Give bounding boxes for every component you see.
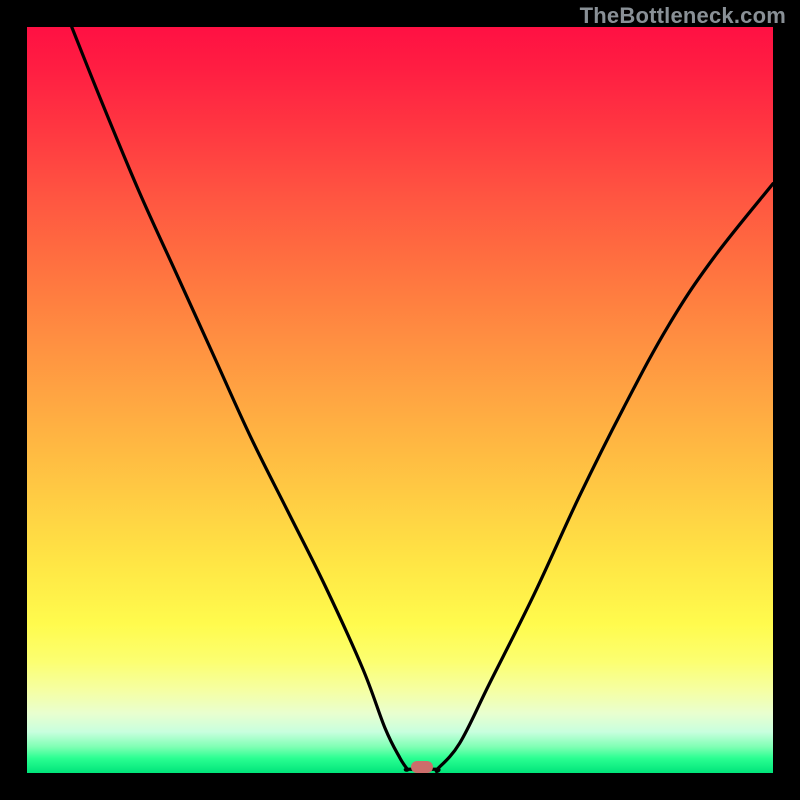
gradient-plot-area [27, 27, 773, 773]
chart-stage: TheBottleneck.com [0, 0, 800, 800]
bottleneck-curve [27, 27, 773, 773]
watermark-text: TheBottleneck.com [580, 3, 786, 29]
minimum-marker [411, 761, 433, 773]
